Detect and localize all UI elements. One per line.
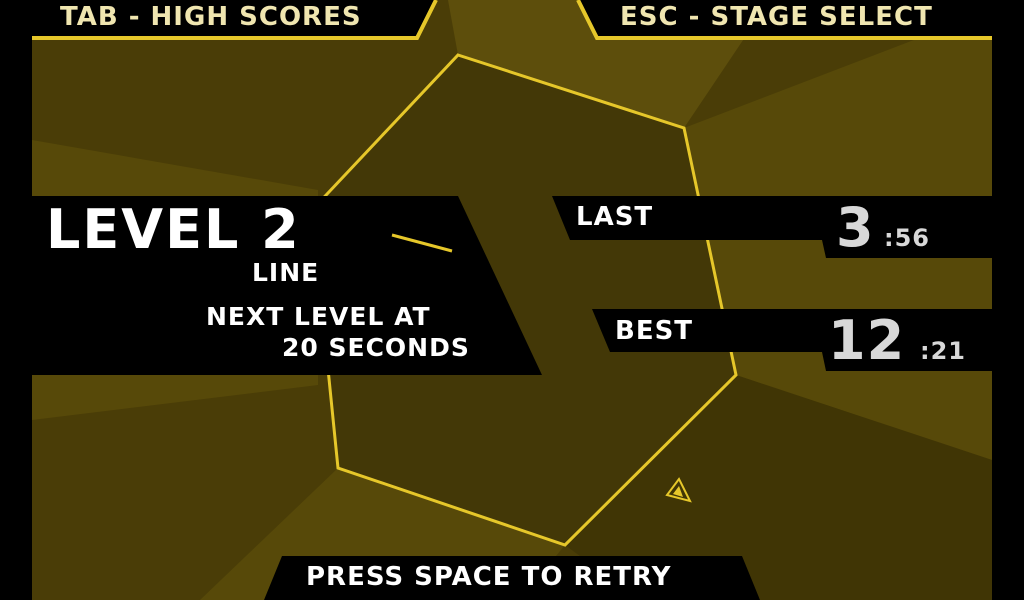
level-title: LEVEL 2 [46,198,301,261]
level-name: LINE [252,258,320,287]
best-score-label: BEST [615,316,694,346]
last-score-seconds: 3 [836,196,875,259]
last-score-label: LAST [576,202,654,232]
game-canvas [0,0,1024,600]
stage-select-hint[interactable]: ESC - STAGE SELECT [620,2,933,32]
high-scores-hint[interactable]: TAB - HIGH SCORES [60,2,362,32]
retry-prompt[interactable]: PRESS SPACE TO RETRY [306,562,671,592]
next-level-text-line2: 20 SECONDS [282,333,470,362]
best-score-fraction: :21 [920,337,966,365]
last-score-fraction: :56 [884,224,930,252]
next-level-text-line1: NEXT LEVEL AT [206,302,431,331]
best-score-seconds: 12 [828,309,906,372]
